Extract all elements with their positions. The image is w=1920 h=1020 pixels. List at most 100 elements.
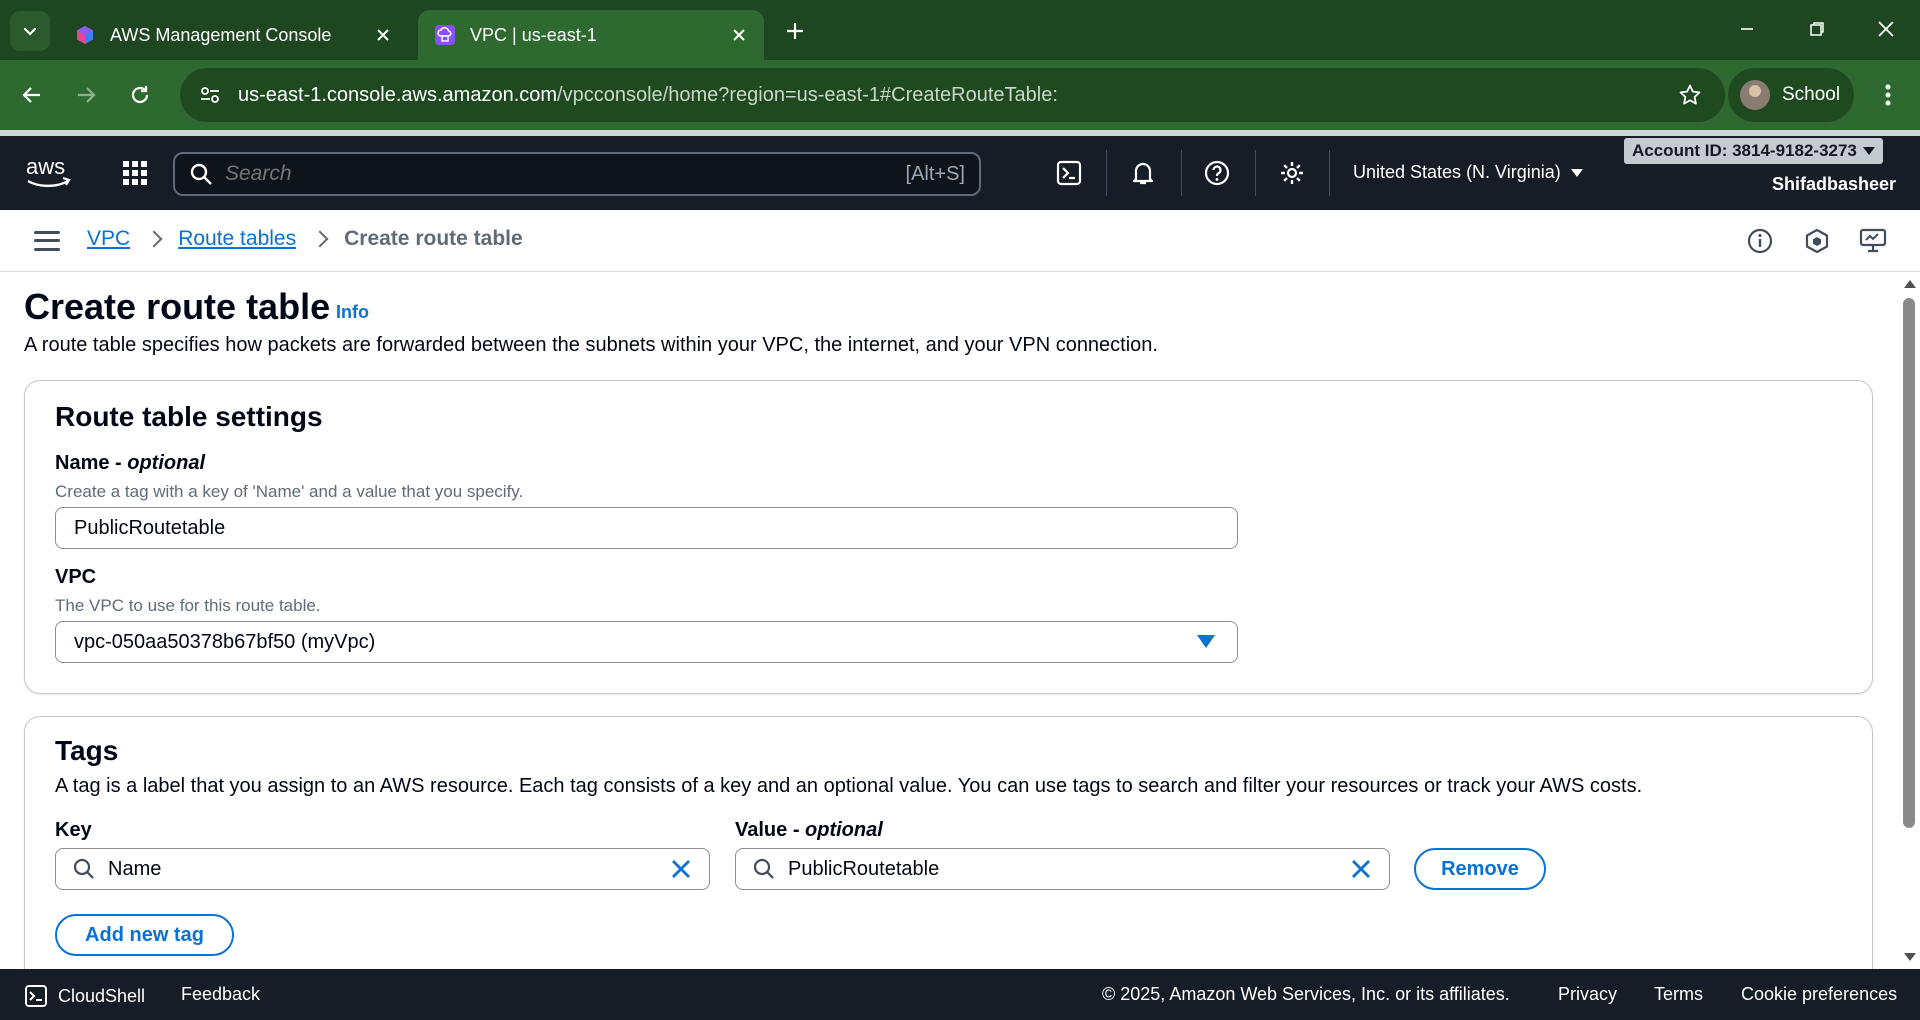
global-search[interactable]: [Alt+S]	[173, 152, 981, 196]
feedback-link[interactable]: Feedback	[181, 984, 260, 1005]
info-panel-button[interactable]	[1745, 226, 1775, 256]
reload-button[interactable]	[122, 77, 158, 113]
header-divider	[1329, 150, 1330, 196]
site-info-icon[interactable]	[190, 75, 230, 115]
info-link[interactable]: Info	[336, 302, 369, 323]
header-divider	[1255, 150, 1256, 196]
add-new-tag-button[interactable]: Add new tag	[55, 914, 234, 956]
vpc-field-description: The VPC to use for this route table.	[55, 596, 321, 615]
tab-search-button[interactable]	[10, 11, 50, 51]
settings-button[interactable]	[1277, 158, 1307, 188]
side-nav-toggle[interactable]	[34, 228, 60, 254]
notifications-button[interactable]	[1128, 158, 1158, 188]
profile-button[interactable]: School	[1728, 68, 1854, 122]
close-icon	[1878, 21, 1894, 37]
browser-menu-button[interactable]	[1870, 77, 1906, 113]
settings-title: Route table settings	[55, 401, 323, 432]
aws-top-nav: aws [Alt+S] United States (N. Virginia) …	[0, 136, 1920, 210]
account-menu[interactable]: Account ID: 3814-9182-3273	[1624, 138, 1883, 164]
help-button[interactable]	[1202, 158, 1232, 188]
clear-icon[interactable]	[1349, 857, 1373, 881]
shield-hex-icon	[1805, 228, 1829, 254]
url-text: us-east-1.console.aws.amazon.com/vpccons…	[238, 84, 1058, 107]
bell-icon	[1132, 162, 1154, 185]
grid-icon	[123, 161, 147, 185]
page-scrollbar[interactable]	[1898, 272, 1920, 969]
terms-link[interactable]: Terms	[1654, 984, 1703, 1005]
menu-icon-line	[34, 239, 60, 243]
browser-tab-aws-console[interactable]: AWS Management Console	[58, 10, 408, 60]
account-id: Account ID: 3814-9182-3273	[1632, 141, 1857, 160]
breadcrumb-route-tables[interactable]: Route tables	[178, 227, 296, 251]
cloudshell-footer-button[interactable]: CloudShell	[24, 984, 145, 1008]
main-content: Create route table Info A route table sp…	[0, 272, 1898, 969]
presentation-icon	[1859, 228, 1887, 253]
region-selector[interactable]: United States (N. Virginia)	[1353, 162, 1583, 183]
security-panel-button[interactable]	[1802, 226, 1832, 256]
vpc-icon	[434, 24, 456, 46]
name-field-label: Name - optional	[55, 452, 205, 475]
vpc-select[interactable]: vpc-050aa50378b67bf50 (myVpc)	[55, 621, 1238, 663]
search-input[interactable]	[225, 162, 906, 186]
restore-button[interactable]	[1802, 14, 1832, 44]
breadcrumb-current: Create route table	[344, 227, 523, 250]
url-path: /vpcconsole/home?region=us-east-1#Create…	[557, 83, 1058, 106]
region-label: United States (N. Virginia)	[1353, 162, 1561, 182]
search-icon	[73, 858, 94, 879]
username[interactable]: Shifadbasheer	[1772, 174, 1896, 195]
tag-key-input[interactable]: Name	[55, 848, 710, 890]
svg-text:aws: aws	[26, 154, 65, 179]
arrow-right-icon	[78, 87, 96, 103]
address-bar[interactable]: us-east-1.console.aws.amazon.com/vpccons…	[180, 68, 1725, 122]
name-field-description: Create a tag with a key of 'Name' and a …	[55, 482, 524, 501]
info-icon	[1747, 228, 1773, 254]
chevron-down-icon	[23, 27, 37, 36]
route-table-settings-panel: Route table settings Name - optional Cre…	[24, 380, 1873, 694]
forward-button[interactable]	[68, 77, 104, 113]
cloudshell-label: CloudShell	[58, 985, 146, 1006]
breadcrumb-vpc[interactable]: VPC	[87, 227, 130, 251]
breadcrumb: VPC Route tables Create route table	[87, 227, 523, 251]
tag-value-input[interactable]: PublicRoutetable	[735, 848, 1390, 890]
cloudshell-button[interactable]	[1054, 158, 1084, 188]
cookie-preferences-link[interactable]: Cookie preferences	[1741, 984, 1897, 1005]
more-vertical-icon	[1885, 84, 1891, 106]
aws-logo[interactable]: aws	[24, 154, 74, 194]
breadcrumb-bar: VPC Route tables Create route table	[0, 210, 1920, 272]
name-input[interactable]	[55, 507, 1238, 549]
profile-label: School	[1782, 84, 1841, 105]
minimize-button[interactable]	[1732, 14, 1762, 44]
scroll-up-arrow-icon[interactable]	[1904, 280, 1916, 288]
browser-tab-vpc[interactable]: VPC | us-east-1	[418, 10, 764, 60]
arrow-left-icon	[22, 87, 40, 103]
close-icon[interactable]	[728, 24, 750, 46]
close-icon[interactable]	[372, 24, 394, 46]
name-label-text: Name -	[55, 452, 128, 474]
optional-label: optional	[805, 819, 883, 841]
scroll-down-arrow-icon[interactable]	[1904, 953, 1916, 961]
tags-title: Tags	[55, 735, 119, 766]
services-menu-button[interactable]	[118, 156, 152, 190]
tag-value-label: Value - optional	[735, 819, 883, 842]
console-footer: CloudShell Feedback © 2025, Amazon Web S…	[0, 969, 1920, 1020]
remove-tag-button[interactable]: Remove	[1414, 848, 1546, 890]
tag-key-label: Key	[55, 819, 92, 841]
back-button[interactable]	[14, 77, 50, 113]
help-icon	[1204, 160, 1230, 186]
tag-key-value: Name	[108, 857, 162, 880]
caret-down-icon	[1570, 168, 1583, 177]
aws-cube-icon	[74, 24, 96, 46]
privacy-link[interactable]: Privacy	[1558, 984, 1617, 1005]
tutorial-panel-button[interactable]	[1858, 226, 1888, 256]
close-window-button[interactable]	[1871, 14, 1901, 44]
value-label-text: Value -	[735, 819, 806, 841]
bookmark-star-icon[interactable]	[1675, 80, 1705, 110]
browser-toolbar: us-east-1.console.aws.amazon.com/vpccons…	[0, 60, 1920, 130]
plus-icon	[787, 23, 803, 39]
chevron-right-icon	[145, 230, 163, 248]
scroll-thumb[interactable]	[1903, 298, 1915, 828]
new-tab-button[interactable]	[780, 16, 810, 46]
tab-title: VPC | us-east-1	[470, 24, 597, 45]
tab-title: AWS Management Console	[110, 24, 332, 45]
clear-icon[interactable]	[669, 857, 693, 881]
